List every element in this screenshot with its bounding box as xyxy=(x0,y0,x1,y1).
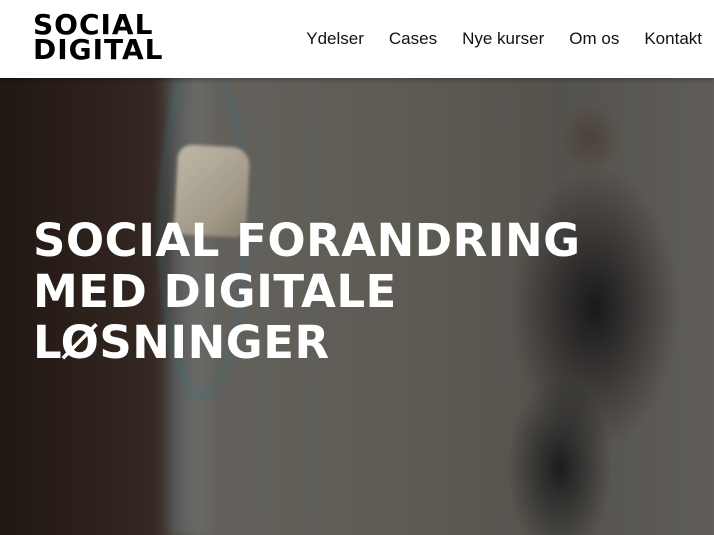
hero-title: SOCIAL FORANDRING MED DIGITALE LØSNINGER xyxy=(33,215,693,368)
hero-title-line-2: MED DIGITALE xyxy=(33,265,397,318)
nav-item-cases[interactable]: Cases xyxy=(389,29,437,49)
nav-item-kontakt[interactable]: Kontakt xyxy=(644,29,702,49)
logo-line-2: DIGITAL xyxy=(33,33,164,66)
logo[interactable]: SOCIAL DIGITAL xyxy=(33,11,164,66)
main-nav: Ydelser Cases Nye kurser Om os Kontakt xyxy=(281,0,702,78)
site-header: SOCIAL DIGITAL Ydelser Cases Nye kurser … xyxy=(0,0,714,78)
hero-section: SOCIAL FORANDRING MED DIGITALE LØSNINGER xyxy=(0,78,714,535)
hero-title-line-3: LØSNINGER xyxy=(33,316,330,369)
nav-item-ydelser[interactable]: Ydelser xyxy=(306,29,364,49)
nav-item-nye-kurser[interactable]: Nye kurser xyxy=(462,29,544,49)
hero-title-line-1: SOCIAL FORANDRING xyxy=(33,214,581,267)
nav-item-om-os[interactable]: Om os xyxy=(569,29,619,49)
